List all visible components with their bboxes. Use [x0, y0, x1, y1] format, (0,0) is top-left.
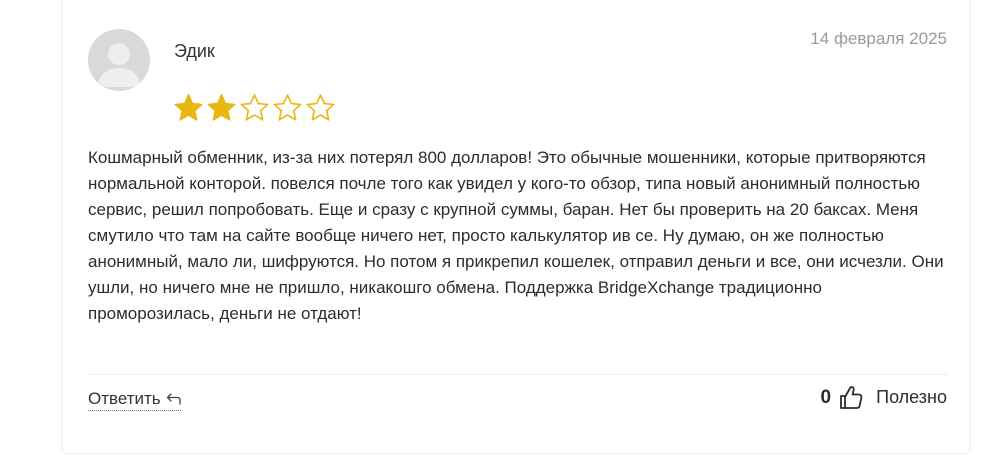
star-empty-icon	[306, 94, 335, 121]
star-empty-icon	[273, 94, 302, 121]
star-filled-icon	[174, 94, 203, 121]
review-date: 14 февраля 2025	[810, 29, 947, 48]
reply-button[interactable]: Ответить	[88, 389, 181, 411]
avatar	[88, 29, 150, 91]
reply-label: Ответить	[88, 389, 161, 408]
user-avatar-icon	[88, 29, 150, 91]
star-empty-icon	[240, 94, 269, 121]
divider	[88, 374, 947, 375]
reply-arrow-icon	[166, 393, 181, 405]
review-card: Эдик 14 февраля 2025 Кошмарный обменник,…	[61, 0, 971, 454]
helpful-count: 0	[820, 386, 832, 408]
review-author: Эдик	[174, 41, 215, 61]
review-text: Кошмарный обменник, из-за них потерял 80…	[88, 148, 944, 323]
helpful-block: 0 Полезно	[821, 385, 947, 410]
helpful-button[interactable]: Полезно	[876, 387, 947, 408]
star-rating	[173, 93, 336, 123]
star-filled-icon	[207, 94, 236, 121]
thumbs-up-icon[interactable]	[839, 385, 863, 410]
